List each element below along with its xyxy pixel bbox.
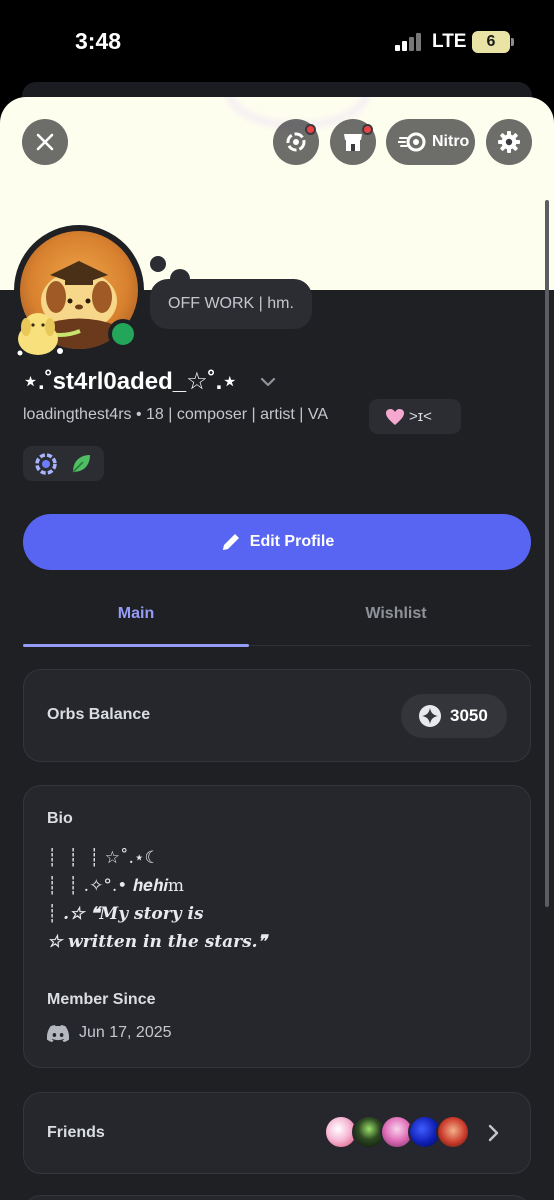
close-button[interactable] [22, 119, 68, 165]
close-icon [36, 133, 54, 151]
orb-icon [419, 705, 441, 727]
bio-card: Bio ┊ ┊ ┊ ☆˚.⋆☾ ┊ ┊ .✧°.• 𝒉𝒆𝒉𝒊m ┊ .☆ ❝𝑴𝒚… [23, 785, 531, 1068]
battery-icon: 6 [472, 31, 514, 53]
chevron-down-icon[interactable] [258, 372, 278, 392]
member-since-title: Member Since [47, 991, 156, 1008]
badges-row [23, 446, 104, 481]
nitro-icon [398, 132, 426, 152]
quest-icon [286, 132, 306, 152]
tab-wishlist[interactable]: Wishlist [283, 592, 509, 646]
orbs-balance-card[interactable]: Orbs Balance 3050 [23, 669, 531, 762]
profile-sheet: Nitro OFF WORK | hm. ⋆.˚st4rl0aded_☆˚.⋆ … [0, 97, 554, 1200]
friend-avatar [436, 1115, 470, 1149]
notification-dot [362, 124, 373, 135]
bio-text-line: ┊ ┊ .✧°.• 𝒉𝒆𝒉𝒊m [47, 876, 184, 896]
status-bubble-dot [150, 256, 166, 272]
member-since-row: Jun 17, 2025 [47, 1024, 172, 1042]
shop-button[interactable] [330, 119, 376, 165]
heart-icon [386, 408, 404, 425]
profile-tabs: Main Wishlist [23, 592, 531, 647]
notification-dot [305, 124, 316, 135]
quest-badge-icon[interactable] [33, 451, 59, 477]
chevron-right-icon[interactable] [486, 1123, 502, 1143]
battery-level: 6 [486, 33, 496, 50]
nitro-label: Nitro [432, 133, 470, 150]
pencil-icon [222, 534, 239, 550]
display-name[interactable]: ⋆.˚st4rl0aded_☆˚.⋆ [23, 367, 237, 396]
friends-card[interactable]: Friends [23, 1092, 531, 1174]
edit-profile-label: Edit Profile [249, 533, 335, 550]
settings-button[interactable] [486, 119, 532, 165]
bio-text-line: ┊ .☆ ❝𝑴𝒚 𝒔𝒕𝒐𝒓𝒚 𝒊𝒔 [47, 904, 204, 924]
online-status-indicator [108, 319, 138, 349]
status-time: 3:48 [75, 28, 122, 54]
member-since-date: Jun 17, 2025 [79, 1024, 172, 1041]
pronouns-chip: >ɪ< [369, 399, 461, 434]
bio-title: Bio [47, 810, 73, 827]
quests-button[interactable] [273, 119, 319, 165]
friends-title: Friends [47, 1124, 105, 1141]
profile-tagline: loadingthest4rs • 18 | composer | artist… [23, 406, 329, 423]
scrollbar[interactable] [545, 200, 549, 907]
next-section-card [23, 1195, 531, 1200]
status-bar: 3:48 LTE 6 [0, 0, 554, 90]
orbs-balance-title: Orbs Balance [47, 706, 151, 723]
orbs-balance-pill[interactable]: 3050 [401, 694, 507, 738]
nitro-button[interactable]: Nitro [386, 119, 475, 165]
network-label: LTE [432, 31, 467, 52]
edit-profile-button[interactable]: Edit Profile [23, 514, 531, 570]
avatar-decoration-icon [17, 313, 63, 356]
orbs-balance-value: 3050 [450, 706, 488, 725]
friend-avatars [324, 1115, 474, 1151]
tab-main[interactable]: Main [23, 592, 249, 647]
leaf-badge-icon[interactable] [69, 452, 93, 476]
signal-icon [395, 33, 423, 51]
gear-icon [498, 131, 520, 153]
pronouns-text: >ɪ< [409, 408, 432, 425]
discord-logo-icon [47, 1024, 69, 1042]
bio-text-line: ☆ 𝒘𝒓𝒊𝒕𝒕𝒆𝒏 𝒊𝒏 𝒕𝒉𝒆 𝒔𝒕𝒂𝒓𝒔.❞ [47, 932, 267, 952]
custom-status[interactable]: OFF WORK | hm. [150, 279, 312, 329]
bio-text-line: ┊ ┊ ┊ ☆˚.⋆☾ [47, 848, 160, 868]
shop-icon [344, 134, 362, 151]
